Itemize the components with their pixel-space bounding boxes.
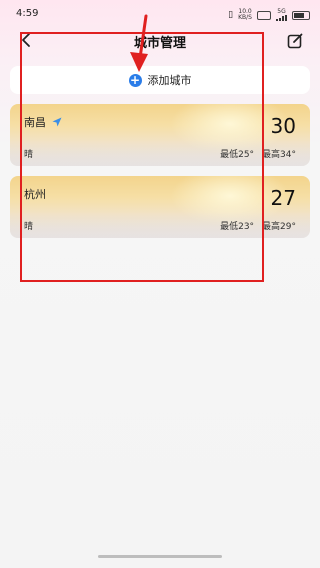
signal-bars-icon <box>276 15 287 21</box>
signal-icon: 5G <box>276 9 287 21</box>
annotation-arrow-icon <box>130 14 148 72</box>
hd-icon <box>257 10 271 20</box>
city-temperature: 27 <box>270 186 296 210</box>
temp-high: 最高29° <box>262 222 296 232</box>
edit-icon[interactable] <box>286 32 304 50</box>
vibrate-icon: ▯ <box>228 10 234 20</box>
city-temperature: 30 <box>270 114 296 138</box>
status-time: 4:59 <box>16 8 39 19</box>
home-indicator[interactable] <box>98 555 222 558</box>
network-speed: 10.0 KB/S <box>238 9 252 21</box>
status-icons: ▯ 10.0 KB/S 5G <box>228 9 310 21</box>
battery-icon <box>292 10 310 20</box>
status-bar: 4:59 ▯ 10.0 KB/S 5G <box>0 0 320 26</box>
network-unit: KB/S <box>238 14 252 21</box>
temp-high: 最高34° <box>262 150 296 160</box>
